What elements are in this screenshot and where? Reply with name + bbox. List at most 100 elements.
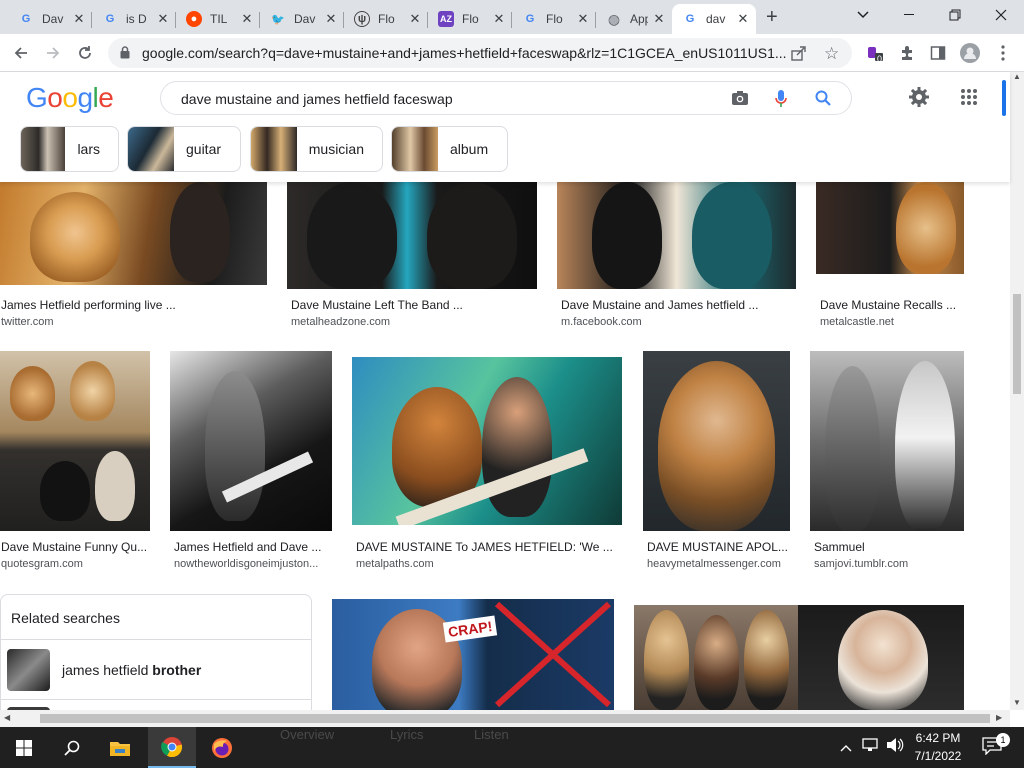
close-icon[interactable]: ✕	[492, 11, 506, 27]
search-icon[interactable]	[815, 90, 831, 111]
result-caption[interactable]: Dave Mustaine Recalls ...	[820, 298, 956, 312]
microphone-icon[interactable]	[774, 89, 788, 114]
chip-album[interactable]: album	[391, 126, 508, 172]
close-window-button[interactable]	[978, 0, 1024, 30]
tab-title: is D	[126, 12, 147, 26]
result-source[interactable]: twitter.com	[1, 316, 54, 328]
scroll-down-arrow[interactable]: ▼	[1013, 698, 1021, 707]
result-source[interactable]: nowtheworldisgoneimjuston...	[174, 558, 318, 570]
tab-search-button[interactable]	[840, 0, 886, 30]
result-source[interactable]: quotesgram.com	[1, 558, 83, 570]
tab-2[interactable]: ● TIL ✕	[176, 4, 260, 34]
tab-4[interactable]: ψ Flo ✕	[344, 4, 428, 34]
tab-3[interactable]: 🐦 Dav ✕	[260, 4, 344, 34]
reload-button[interactable]	[72, 40, 98, 66]
horizontal-scrollbar[interactable]: ◀ ▶	[0, 710, 1010, 727]
vertical-scrollbar[interactable]: ▲ ▼	[1010, 72, 1024, 710]
result-caption[interactable]: DAVE MUSTAINE APOL...	[647, 540, 788, 554]
close-icon[interactable]: ✕	[576, 11, 590, 27]
result-caption[interactable]: Sammuel	[814, 540, 865, 554]
account-indicator[interactable]	[1002, 80, 1006, 116]
close-icon[interactable]: ✕	[736, 11, 750, 27]
network-icon[interactable]	[862, 737, 880, 758]
tab-0[interactable]: G Dav ✕	[8, 4, 92, 34]
chip-guitar[interactable]: guitar	[127, 126, 241, 172]
result-image-1-1[interactable]	[0, 182, 267, 285]
firefox-taskbar-icon[interactable]	[198, 727, 246, 768]
clock-time[interactable]: 6:42 PM	[912, 731, 964, 745]
result-image-1-4[interactable]	[816, 182, 964, 274]
vertical-scroll-thumb[interactable]	[1013, 294, 1021, 394]
result-source[interactable]: metalheadzone.com	[291, 316, 390, 328]
result-caption[interactable]: DAVE MUSTAINE To JAMES HETFIELD: 'We ...	[356, 540, 613, 554]
result-image-2-3[interactable]	[352, 357, 622, 525]
result-source[interactable]: samjovi.tumblr.com	[814, 558, 908, 570]
close-icon[interactable]: ✕	[324, 11, 338, 27]
chrome-menu-icon[interactable]	[990, 40, 1016, 66]
result-source[interactable]: m.facebook.com	[561, 316, 642, 328]
extensions-puzzle-icon[interactable]	[894, 40, 920, 66]
bookmark-star-icon[interactable]: ☆	[824, 44, 839, 64]
reddit-icon: ●	[186, 11, 202, 27]
scroll-left-arrow[interactable]: ◀	[4, 713, 10, 722]
address-bar[interactable]: google.com/search?q=dave+mustaine+and+ja…	[108, 38, 852, 68]
tab-1[interactable]: G is D ✕	[92, 4, 176, 34]
chip-lars[interactable]: lars	[20, 126, 119, 172]
result-image-1-2[interactable]	[287, 182, 537, 289]
profile-avatar[interactable]	[957, 40, 983, 66]
related-search-item[interactable]: james hetfield brother	[1, 640, 311, 696]
close-icon[interactable]: ✕	[408, 11, 422, 27]
close-icon[interactable]: ✕	[240, 11, 254, 27]
result-caption[interactable]: Dave Mustaine and James hetfield ...	[561, 298, 758, 312]
minimize-button[interactable]	[886, 0, 932, 30]
result-image-1-3[interactable]	[557, 182, 796, 289]
chrome-taskbar-icon[interactable]	[148, 727, 196, 768]
result-caption[interactable]: James Hetfield and Dave ...	[174, 540, 321, 554]
close-icon[interactable]: ✕	[652, 11, 666, 27]
result-source[interactable]: heavymetalmessenger.com	[647, 558, 781, 570]
forward-button[interactable]	[40, 40, 66, 66]
tab-7[interactable]: ◍ App ✕	[596, 4, 672, 34]
horizontal-scroll-thumb[interactable]	[40, 714, 990, 723]
result-source[interactable]: metalcastle.net	[820, 316, 894, 328]
result-image-2-4[interactable]	[643, 351, 790, 531]
chevron-up-icon[interactable]	[840, 739, 852, 757]
chip-musician[interactable]: musician	[250, 126, 383, 172]
result-image-3-2[interactable]	[634, 605, 798, 710]
result-image-3-1[interactable]: CRAP!	[332, 599, 614, 710]
tab-6[interactable]: G Flo ✕	[512, 4, 596, 34]
volume-icon[interactable]	[886, 737, 904, 758]
result-caption[interactable]: Dave Mustaine Funny Qu...	[1, 540, 147, 554]
result-image-3-3[interactable]	[798, 605, 964, 710]
settings-gear-icon[interactable]	[908, 86, 930, 113]
search-box[interactable]: dave mustaine and james hetfield faceswa…	[160, 81, 852, 115]
back-button[interactable]	[8, 40, 34, 66]
result-image-2-2[interactable]	[170, 351, 332, 531]
result-caption[interactable]: Dave Mustaine Left The Band ...	[291, 298, 463, 312]
clock-date[interactable]: 7/1/2022	[912, 749, 964, 763]
new-tab-button[interactable]: +	[766, 6, 778, 29]
tab-8-active[interactable]: G dav ✕	[672, 4, 756, 34]
restore-button[interactable]	[932, 0, 978, 30]
search-icon[interactable]	[48, 727, 96, 768]
scroll-right-arrow[interactable]: ▶	[996, 713, 1002, 722]
share-icon[interactable]	[790, 45, 806, 66]
lock-icon[interactable]	[120, 46, 130, 64]
search-input[interactable]: dave mustaine and james hetfield faceswa…	[181, 91, 453, 107]
result-caption[interactable]: James Hetfield performing live ...	[1, 298, 176, 312]
file-explorer-icon[interactable]	[96, 727, 144, 768]
windows-start-icon[interactable]	[0, 727, 48, 768]
result-image-2-5[interactable]	[810, 351, 964, 531]
scroll-up-arrow[interactable]: ▲	[1013, 72, 1021, 81]
result-image-2-1[interactable]	[0, 351, 150, 531]
apps-grid-icon[interactable]	[961, 89, 977, 110]
result-source[interactable]: metalpaths.com	[356, 558, 434, 570]
google-logo[interactable]: Google	[26, 82, 114, 114]
notification-badge: 1	[996, 733, 1010, 747]
side-panel-icon[interactable]	[925, 40, 951, 66]
tab-5[interactable]: AZ Flo ✕	[428, 4, 512, 34]
camera-icon[interactable]	[731, 90, 749, 111]
close-icon[interactable]: ✕	[156, 11, 170, 27]
extension-icon-purple[interactable]: 0	[862, 40, 888, 66]
close-icon[interactable]: ✕	[72, 11, 86, 27]
